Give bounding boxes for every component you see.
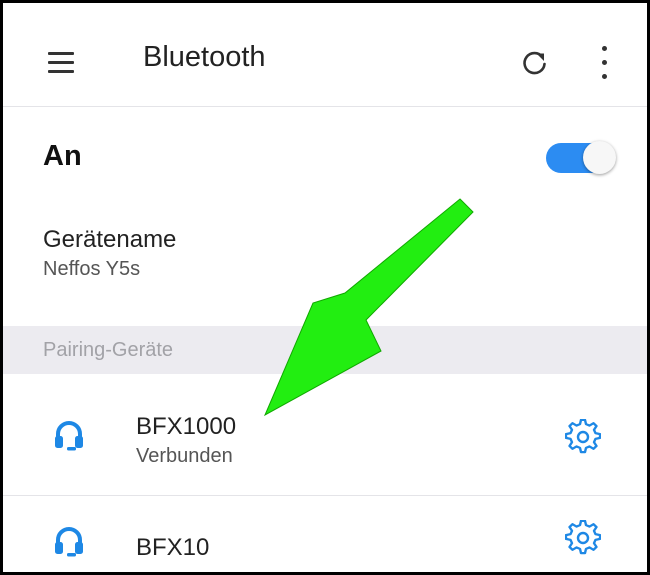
paired-devices-header: Pairing-Geräte — [3, 326, 647, 374]
device-name: BFX1000 — [136, 413, 237, 440]
screenshot-frame: Bluetooth An Gerätename Neffos Y5s Pairi… — [0, 0, 650, 575]
device-name-value: Neffos Y5s — [43, 258, 141, 280]
headset-icon — [52, 523, 86, 557]
device-status: Verbunden — [136, 445, 233, 467]
paired-device-row[interactable]: BFX1000 Verbunden — [3, 375, 647, 496]
paired-device-row[interactable]: BFX10 — [3, 496, 647, 572]
refresh-icon[interactable] — [517, 45, 553, 81]
more-options-icon[interactable] — [597, 43, 613, 83]
toggle-knob — [583, 141, 616, 174]
gear-icon[interactable] — [564, 519, 602, 556]
device-name: BFX10 — [136, 534, 210, 561]
bluetooth-state-label: An — [43, 140, 82, 172]
bluetooth-toggle[interactable] — [546, 139, 616, 179]
menu-icon[interactable] — [48, 52, 78, 74]
gear-icon[interactable] — [564, 418, 602, 455]
page-title: Bluetooth — [143, 41, 266, 73]
device-name-label: Gerätename — [43, 226, 177, 253]
headset-icon — [52, 417, 86, 451]
app-bar: Bluetooth — [3, 3, 647, 107]
device-name-item[interactable]: Gerätename Neffos Y5s — [43, 226, 343, 281]
section-header-label: Pairing-Geräte — [43, 339, 174, 361]
